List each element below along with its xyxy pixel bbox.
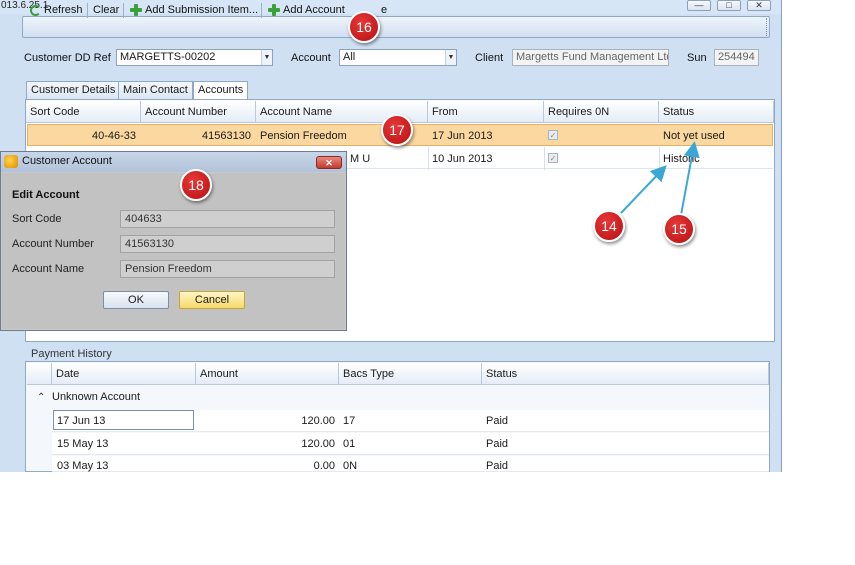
chevron-down-icon[interactable]: ▼ [261, 50, 272, 65]
payment-status: Paid [486, 460, 509, 472]
requires-checkbox[interactable]: ✓ [548, 153, 558, 163]
restore-button[interactable]: □ [717, 0, 741, 11]
table-row[interactable] [52, 433, 769, 455]
row-account-number[interactable]: 41563130 [141, 125, 255, 147]
payment-date: 03 May 13 [57, 460, 109, 472]
add-icon [268, 4, 280, 16]
grid-line [428, 147, 429, 170]
refresh-label: Refresh [44, 4, 83, 16]
account-number-label: Account Number [12, 238, 94, 250]
column-header-amount[interactable]: Amount [196, 363, 339, 385]
add-submission-item-button[interactable]: Add Submission Item... [127, 2, 261, 18]
outside-area [782, 0, 855, 472]
row-account-name[interactable]: M U [346, 148, 426, 170]
toolbar [22, 16, 770, 38]
toolbar-overflow-handle[interactable] [766, 18, 769, 36]
toolbar-separator [123, 3, 124, 18]
requires-checkbox[interactable]: ✓ [548, 130, 558, 140]
window-border [781, 0, 782, 472]
row-sort-code[interactable]: 40-46-33 [28, 125, 140, 147]
dialog-title: Customer Account [22, 155, 112, 167]
payment-amount: 0.00 [313, 460, 335, 472]
sort-code-field[interactable]: 404633 [120, 210, 335, 228]
clear-button[interactable]: Clear [90, 2, 122, 18]
column-header-from[interactable]: From [428, 101, 544, 123]
tab-customer-details[interactable]: Customer Details [26, 81, 121, 99]
account-combo[interactable]: All ▼ [339, 49, 457, 66]
account-name-field[interactable]: Pension Freedom [120, 260, 335, 278]
callout-badge-18: 18 [180, 169, 212, 201]
dialog-close-button[interactable]: ✕ [316, 156, 342, 169]
account-number-field[interactable]: 41563130 [120, 235, 335, 253]
payment-bacs-type: 0N [343, 460, 358, 472]
client-label: Client [475, 52, 504, 64]
column-header-status[interactable]: Status [659, 101, 774, 123]
column-header-status[interactable]: Status [482, 363, 769, 385]
column-header-sort-code[interactable]: Sort Code [26, 101, 141, 123]
account-value: All [343, 51, 356, 63]
add-submission-label: Add Submission Item... [145, 4, 259, 16]
tab-accounts[interactable]: Accounts [193, 81, 249, 100]
payment-status: Paid [486, 415, 509, 427]
add-account-button[interactable]: Add Account [265, 2, 348, 18]
row-status[interactable]: Historic [659, 148, 773, 170]
column-header-account-number[interactable]: Account Number [141, 101, 256, 123]
window-close-button[interactable]: ✕ [747, 0, 771, 11]
sun-label: Sun [687, 52, 707, 64]
row-status[interactable]: Not yet used [659, 125, 773, 147]
collapse-group-icon[interactable]: ⌃ [37, 392, 45, 403]
customer-dd-ref-value: MARGETTS-00202 [120, 51, 216, 63]
group-row-label: Unknown Account [52, 391, 141, 403]
table-row[interactable] [52, 456, 769, 472]
customer-dd-ref-label: Customer DD Ref [24, 52, 111, 64]
grid-line [544, 147, 545, 170]
payment-amount: 120.00 [301, 438, 335, 450]
refresh-icon [30, 4, 41, 16]
client-field: Margetts Fund Management Ltd [512, 49, 669, 66]
callout-badge-16: 16 [348, 11, 380, 43]
row-indicator-header [27, 363, 52, 385]
payment-amount: 120.00 [301, 415, 335, 427]
payment-date: 15 May 13 [57, 438, 109, 450]
account-label: Account [291, 52, 331, 64]
customer-dd-ref-combo[interactable]: MARGETTS-00202 ▼ [116, 49, 273, 66]
callout-badge-14: 14 [593, 210, 625, 242]
column-header-bacs-type[interactable]: Bacs Type [339, 363, 482, 385]
ok-button[interactable]: OK [103, 291, 169, 309]
sort-code-label: Sort Code [12, 213, 62, 225]
chevron-down-icon[interactable]: ▼ [445, 50, 456, 65]
account-name-label: Account Name [12, 263, 85, 275]
minimize-button[interactable]: — [687, 0, 711, 11]
payment-status: Paid [486, 438, 509, 450]
dialog-heading: Edit Account [12, 189, 80, 201]
payment-history-label: Payment History [31, 348, 112, 360]
add-icon [130, 4, 142, 16]
cancel-button[interactable]: Cancel [179, 291, 245, 309]
payment-bacs-type: 17 [343, 415, 356, 427]
toolbar-trailing-text: e [381, 4, 388, 16]
column-header-date[interactable]: Date [52, 363, 196, 385]
row-from-date[interactable]: 17 Jun 2013 [428, 125, 543, 147]
grid-line [659, 147, 660, 170]
toolbar-separator [261, 3, 262, 18]
column-header-requires-0n[interactable]: Requires 0N [544, 101, 659, 123]
app-icon [4, 155, 18, 168]
callout-badge-17: 17 [381, 114, 413, 146]
row-from-date[interactable]: 10 Jun 2013 [428, 148, 543, 170]
add-account-label: Add Account [283, 4, 345, 16]
toolbar-separator [87, 3, 88, 18]
sun-field: 254494 [714, 49, 759, 66]
payment-date: 17 Jun 13 [57, 415, 106, 427]
refresh-button[interactable]: Refresh [27, 2, 86, 18]
tab-main-contact[interactable]: Main Contact [118, 81, 193, 99]
payment-bacs-type: 01 [343, 438, 356, 450]
callout-badge-15: 15 [663, 213, 695, 245]
